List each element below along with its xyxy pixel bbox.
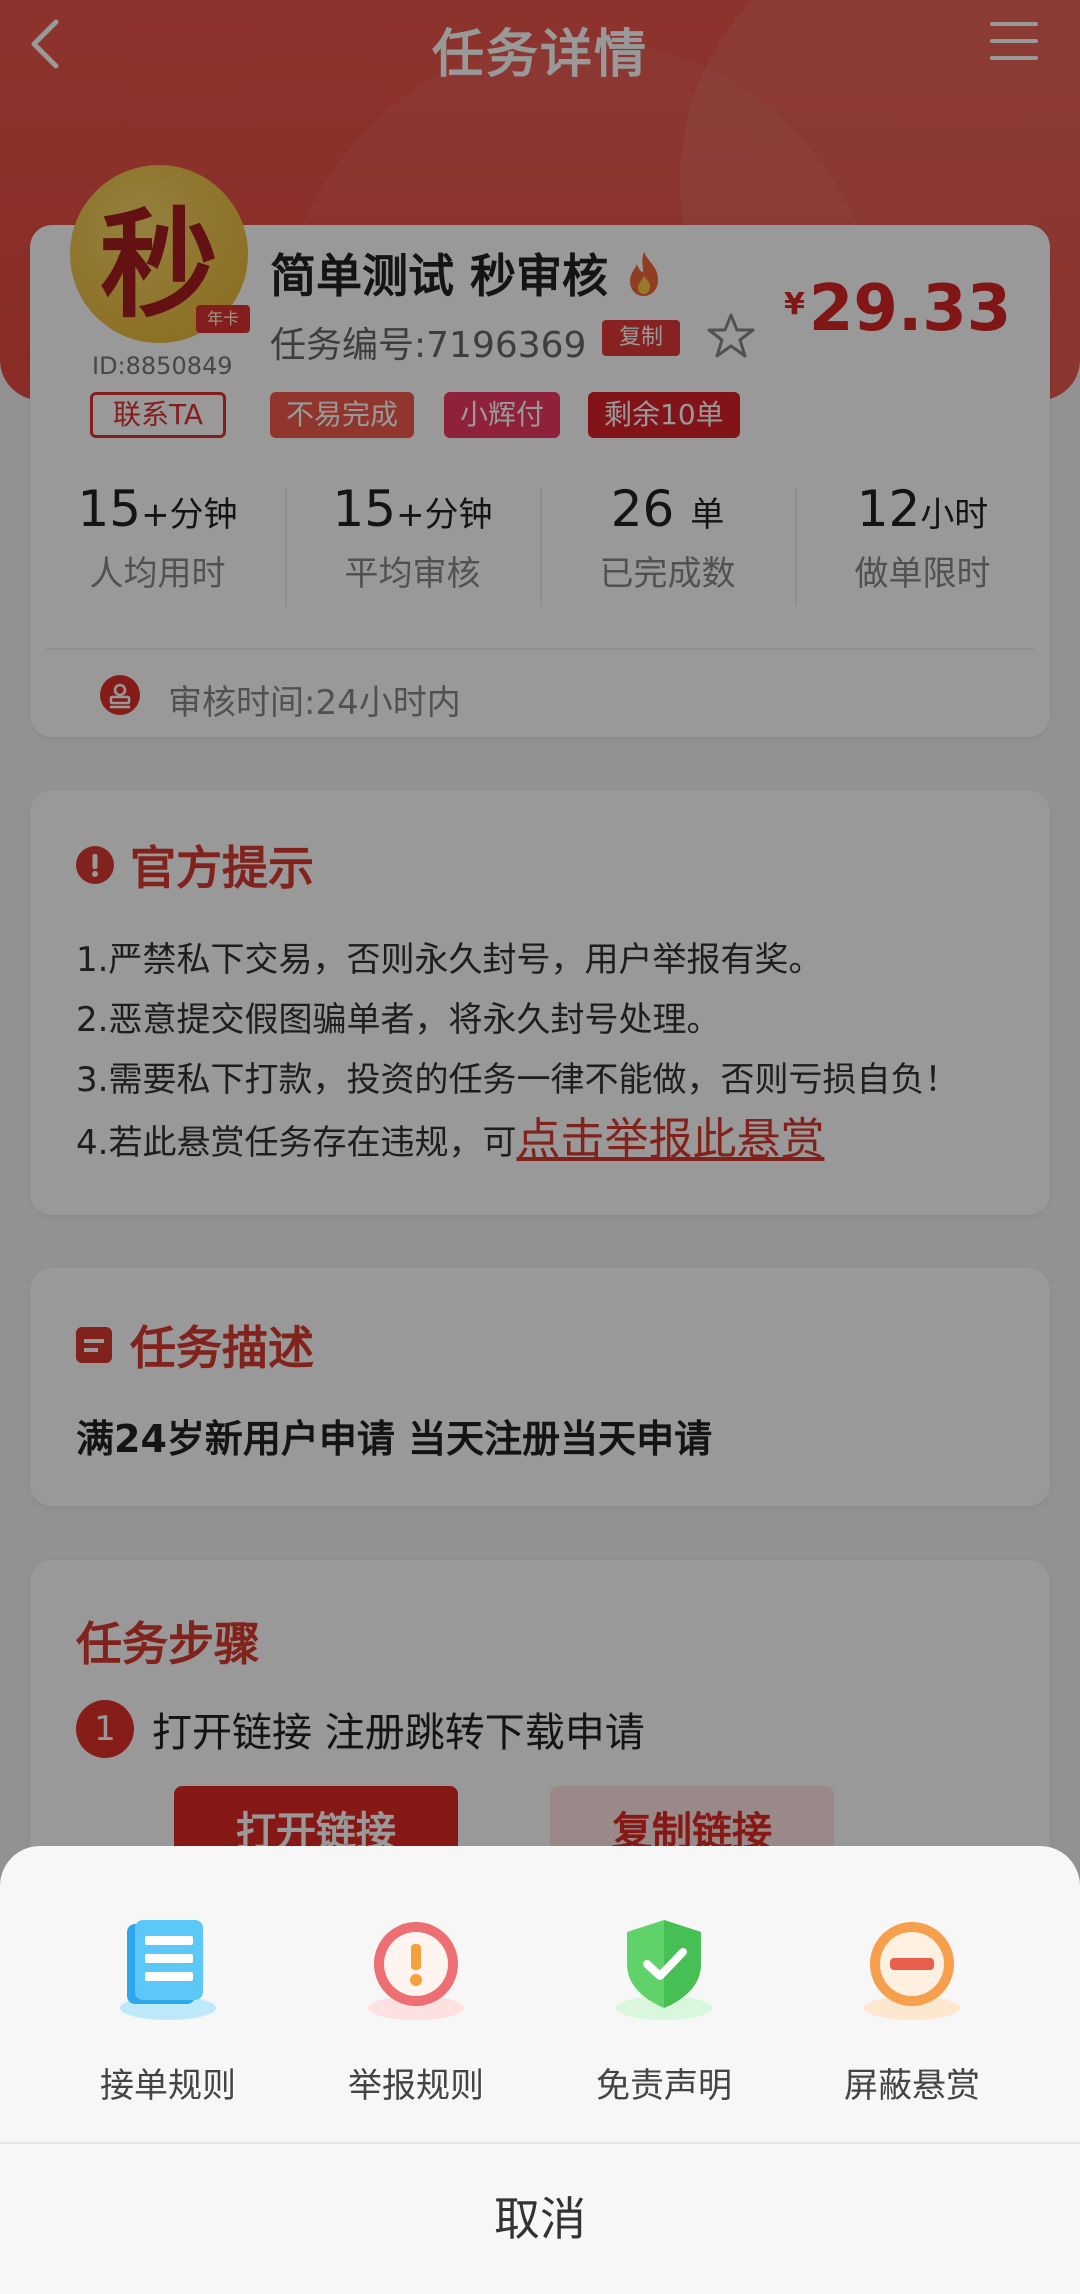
action-label: 接单规则 <box>100 2066 236 2106</box>
shield-check-icon <box>616 1920 712 2020</box>
rules-doc-icon <box>120 1920 216 2020</box>
warning-icon <box>368 1922 464 2020</box>
action-disclaimer[interactable]: 免责声明 <box>564 1916 764 2107</box>
action-label: 屏蔽悬赏 <box>844 2066 980 2106</box>
action-label: 举报规则 <box>348 2066 484 2106</box>
action-report-rules[interactable]: 举报规则 <box>316 1916 516 2107</box>
block-icon <box>864 1922 960 2020</box>
action-order-rules[interactable]: 接单规则 <box>68 1916 268 2107</box>
action-block-reward[interactable]: 屏蔽悬赏 <box>812 1916 1012 2107</box>
action-list: 接单规则 举报规则 免责声明 屏蔽悬赏 <box>0 1916 1080 2107</box>
action-sheet: 接单规则 举报规则 免责声明 屏蔽悬赏 取消 <box>0 1846 1080 2294</box>
cancel-button[interactable]: 取消 <box>0 2144 1080 2294</box>
action-label: 免责声明 <box>596 2066 732 2106</box>
